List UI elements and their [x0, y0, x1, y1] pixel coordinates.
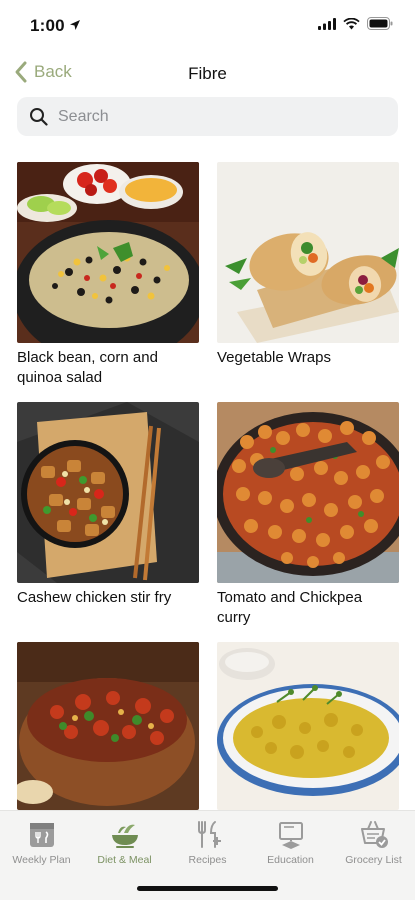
- tab-label: Diet & Meal: [97, 854, 152, 866]
- page-title: Fibre: [188, 64, 227, 83]
- status-icons: [318, 17, 393, 30]
- recipe-card[interactable]: [217, 642, 399, 815]
- tab-label: Weekly Plan: [12, 854, 71, 866]
- recipe-card[interactable]: Vegetable Wraps: [217, 162, 399, 368]
- tab-label: Education: [267, 854, 314, 866]
- tab-weekly-plan[interactable]: Weekly Plan: [0, 817, 83, 866]
- recipe-title: Tomato and Chickpea curry: [217, 589, 363, 626]
- signal-icon: [318, 17, 336, 30]
- recipe-image: [217, 162, 399, 343]
- status-bar: 1:00: [0, 0, 415, 54]
- recipe-card[interactable]: Black bean, corn and quinoa salad: [17, 162, 199, 388]
- recipe-image: [217, 642, 399, 810]
- recipe-image: [17, 642, 199, 810]
- tab-diet-meal[interactable]: Diet & Meal: [83, 817, 166, 866]
- recipe-card[interactable]: Cashew chicken stir fry: [17, 402, 199, 608]
- weekly-plan-icon: [29, 823, 54, 847]
- search-icon: [30, 108, 48, 126]
- diet-meal-icon: [111, 824, 138, 848]
- status-time: 1:00: [30, 16, 65, 35]
- wifi-icon: [343, 17, 360, 29]
- recipe-card[interactable]: Tomato and Chickpea curry: [217, 402, 399, 628]
- recipe-image: [217, 402, 399, 583]
- tab-recipes[interactable]: Recipes: [166, 817, 249, 866]
- tab-label: Recipes: [188, 854, 227, 866]
- recipes-icon: [197, 821, 221, 848]
- recipe-image: [17, 162, 199, 343]
- search-input[interactable]: [58, 107, 358, 126]
- recipe-title: Cashew chicken stir fry: [17, 589, 172, 606]
- recipe-image: [17, 402, 199, 583]
- tab-label: Grocery List: [345, 854, 402, 866]
- tab-bar: Weekly Plan Diet & Meal Recipes Educatio…: [0, 810, 415, 900]
- battery-icon: [367, 17, 393, 30]
- search-bar[interactable]: [17, 97, 398, 136]
- tab-education[interactable]: Education: [249, 817, 332, 866]
- location-arrow-icon: [70, 20, 80, 30]
- home-indicator: [137, 886, 278, 891]
- grocery-list-icon: [360, 821, 388, 848]
- recipe-title: Black bean, corn and quinoa salad: [17, 349, 158, 386]
- recipe-title: Vegetable Wraps: [217, 349, 331, 366]
- education-icon: [278, 822, 303, 849]
- tab-grocery-list[interactable]: Grocery List: [332, 817, 415, 866]
- recipe-card[interactable]: [17, 642, 199, 815]
- navigation-bar: Back Fibre: [0, 56, 415, 92]
